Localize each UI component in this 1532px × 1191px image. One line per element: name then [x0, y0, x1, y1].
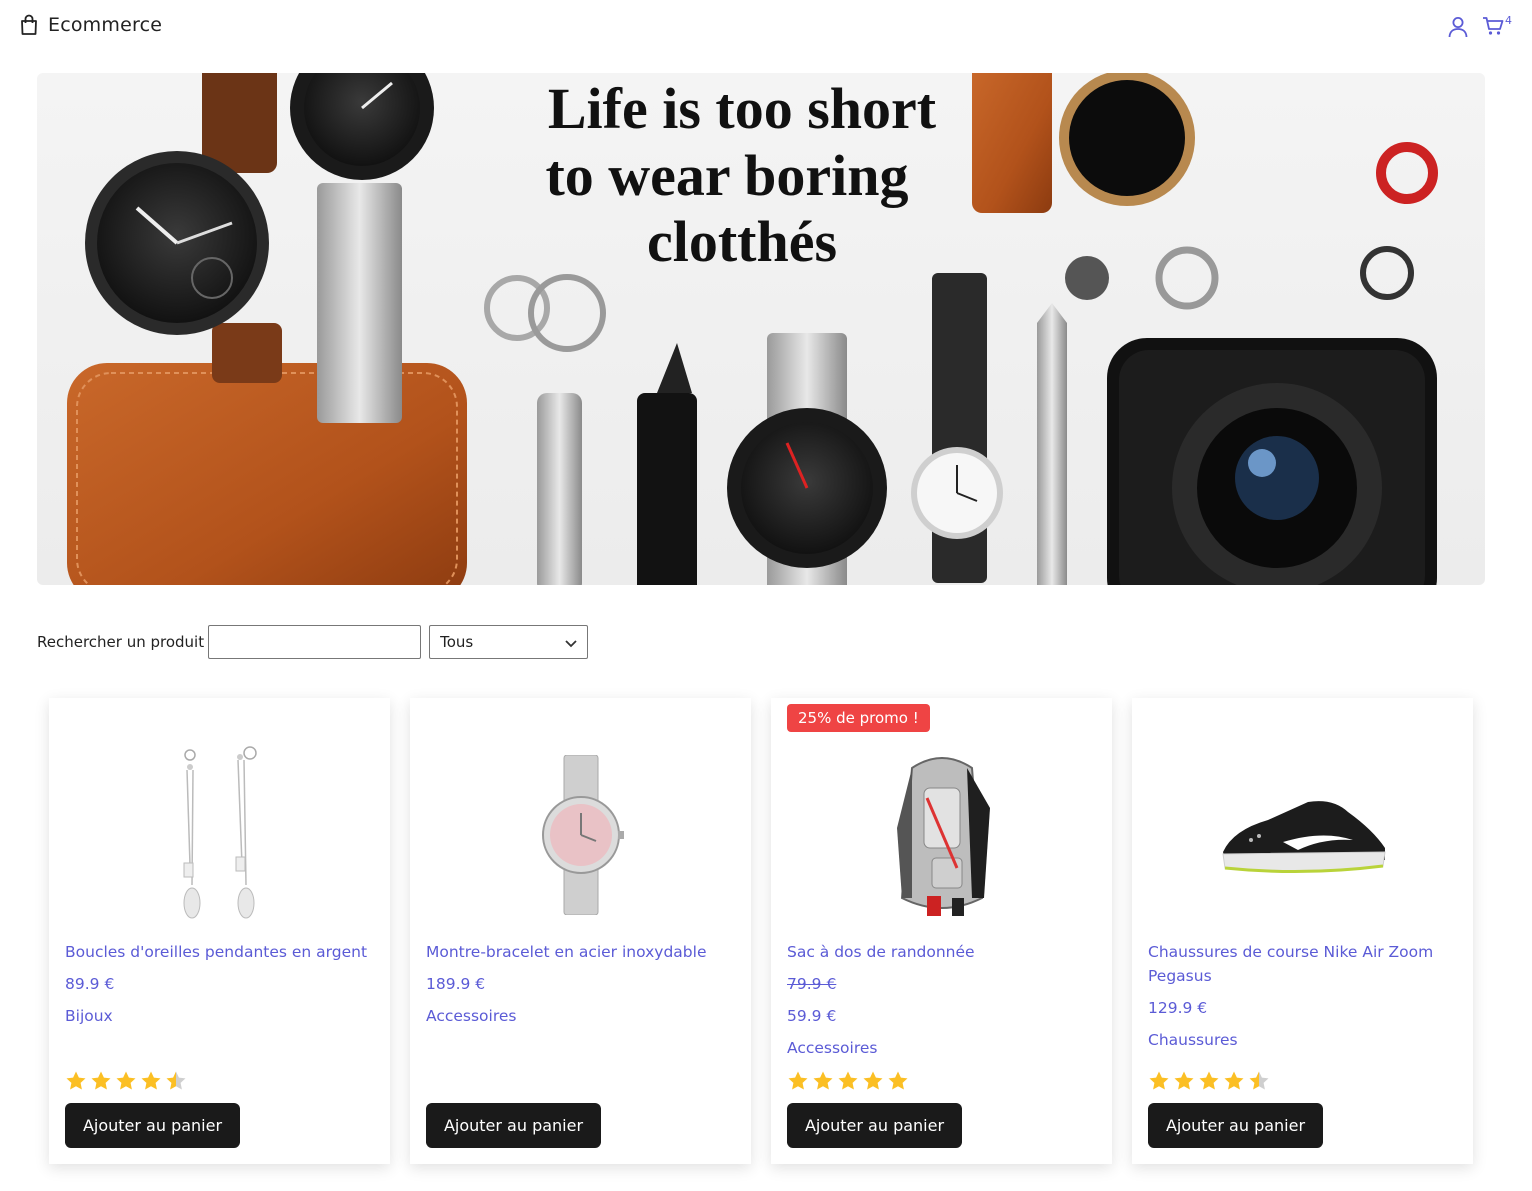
product-category: Accessoires	[787, 1039, 878, 1057]
product-category: Bijoux	[65, 1007, 113, 1025]
product-old-price: 79.9 €	[787, 975, 837, 993]
star-rating	[787, 1070, 909, 1091]
star-icon	[66, 1071, 86, 1090]
add-to-cart-button[interactable]: Ajouter au panier	[65, 1103, 240, 1148]
hero-banner: Life is too short to wear boring clotthé…	[37, 73, 1485, 585]
shopping-cart-icon	[1482, 16, 1504, 40]
category-select[interactable]: Tous	[429, 625, 589, 659]
category-select-value: Tous	[440, 633, 474, 651]
star-icon	[91, 1071, 111, 1090]
product-title-link[interactable]: Chaussures de course Nike Air Zoom Pegas…	[1148, 940, 1457, 988]
brand-name: Ecommerce	[48, 14, 163, 36]
star-icon	[813, 1071, 833, 1090]
hero-headline-line-3: clotthés	[647, 209, 837, 274]
brand-link[interactable]: Ecommerce	[20, 14, 162, 36]
cart-button[interactable]: 4	[1482, 14, 1512, 40]
star-icon	[141, 1071, 161, 1090]
add-to-cart-button[interactable]: Ajouter au panier	[1148, 1103, 1323, 1148]
user-account-button[interactable]	[1448, 16, 1468, 42]
product-price: 89.9 €	[65, 975, 115, 993]
site-header: Ecommerce 4	[0, 0, 1532, 56]
product-grid: Boucles d'oreilles pendantes en argent 8…	[49, 698, 1473, 1164]
product-card: 25% de promo ! Sac à dos de randonnée 79…	[771, 698, 1112, 1164]
star-icon	[116, 1071, 136, 1090]
star-icon	[863, 1071, 883, 1090]
star-icon	[166, 1071, 186, 1090]
hero-headline-line-2: to wear boring	[545, 143, 908, 208]
product-card: Chaussures de course Nike Air Zoom Pegas…	[1132, 698, 1473, 1164]
hero-headline-line-1: Life is too short	[548, 76, 937, 141]
product-card: Montre-bracelet en acier inoxydable 189.…	[410, 698, 751, 1164]
promo-badge: 25% de promo !	[787, 704, 930, 732]
product-category: Accessoires	[426, 1007, 517, 1025]
star-icon	[1224, 1071, 1244, 1090]
star-icon	[1149, 1071, 1169, 1090]
watch-image[interactable]	[426, 740, 735, 930]
search-bar: Rechercher un produit Tous	[37, 625, 589, 659]
add-to-cart-button[interactable]: Ajouter au panier	[787, 1103, 962, 1148]
product-title-link[interactable]: Montre-bracelet en acier inoxydable	[426, 940, 735, 964]
search-label: Rechercher un produit	[37, 633, 205, 651]
shoe-image[interactable]	[1148, 740, 1457, 930]
cart-count-badge: 4	[1505, 14, 1512, 27]
product-price: 129.9 €	[1148, 999, 1208, 1017]
star-rating	[1148, 1070, 1270, 1091]
product-title-link[interactable]: Sac à dos de randonnée	[787, 940, 1096, 964]
product-category: Chaussures	[1148, 1031, 1238, 1049]
star-icon	[1199, 1071, 1219, 1090]
hero-accessories-illustration: Life is too short to wear boring clotthé…	[67, 73, 1438, 585]
add-to-cart-button[interactable]: Ajouter au panier	[426, 1103, 601, 1148]
backpack-image[interactable]	[787, 740, 1096, 930]
star-icon	[888, 1071, 908, 1090]
product-title-link[interactable]: Boucles d'oreilles pendantes en argent	[65, 940, 374, 964]
product-price: 59.9 €	[787, 1007, 837, 1025]
star-icon	[838, 1071, 858, 1090]
star-icon	[1174, 1071, 1194, 1090]
star-icon	[1249, 1071, 1269, 1090]
star-rating	[65, 1070, 187, 1091]
user-icon	[1448, 16, 1468, 42]
product-price: 189.9 €	[426, 975, 486, 993]
chevron-down-icon	[565, 633, 577, 652]
star-icon	[788, 1071, 808, 1090]
product-card: Boucles d'oreilles pendantes en argent 8…	[49, 698, 390, 1164]
search-input[interactable]	[208, 625, 422, 659]
earrings-image[interactable]	[65, 740, 374, 930]
shopping-bag-icon	[20, 14, 38, 36]
